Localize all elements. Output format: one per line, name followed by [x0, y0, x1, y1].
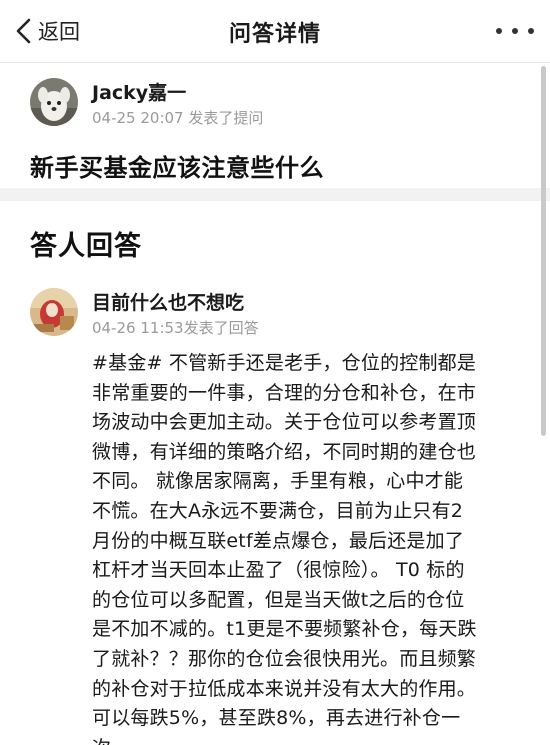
nav-bar: 返回 问答详情 — [0, 0, 550, 63]
answers-heading: 答人回答 — [30, 231, 142, 262]
answer-line: 是不加不减的。t1更是不要频繁补仓，每天跌 — [92, 618, 477, 641]
answer-line: 非常重要的一件事，合理的分仓和补仓，在市 — [92, 381, 477, 404]
answer-text: #基金# 不管新手还是老手，仓位的控制都是 非常重要的一件事，合理的分仓和补仓，… — [92, 349, 524, 745]
answerer-avatar[interactable] — [30, 288, 78, 336]
answer-line: 了就补？？那你的仓位会很快用光。而且频繁 — [92, 647, 477, 670]
asker-info: Jacky嘉一 04-25 20:07 发表了提问 — [30, 78, 510, 130]
answer-line: 的仓位可以多配置，但是当天做t之后的仓位 — [92, 588, 465, 611]
answerer-name[interactable]: 目前什么也不想吃 — [92, 288, 244, 315]
page-title: 问答详情 — [228, 22, 321, 47]
scrollbar[interactable] — [541, 66, 546, 436]
section-divider — [0, 188, 550, 201]
answer-timestamp: 04-26 11:53发表了回答 — [92, 319, 259, 337]
answer-line: 微博，有详细的策略介绍，不同时期的建仓也 — [92, 440, 477, 463]
qa-detail-page: 返回 问答详情 Jacky嘉一 04-25 20:07 发表了提问 新手买基金应 — [0, 0, 550, 745]
answer-line: 杠杆才当天回本止盈了（很惊险）。 T0 标的 — [92, 559, 465, 582]
asker-name[interactable]: Jacky嘉一 — [92, 78, 186, 105]
answer-line: 次。 — [92, 734, 524, 745]
answer-line: 的补仓对于拉低成本来说并没有太大的作用。 — [92, 677, 477, 700]
question-timestamp: 04-25 20:07 发表了提问 — [92, 109, 264, 127]
answer-line: 不同。 就像居家隔离，手里有粮，心中才能 — [92, 470, 464, 493]
more-horizontal-icon — [528, 28, 534, 34]
answer-line: 月份的中概互联etf差点爆仓，最后还是加了 — [92, 529, 465, 552]
answer-line: 场波动中会更加主动。关于仓位可以参考置顶 — [92, 411, 477, 434]
figure-avatar-icon — [30, 288, 78, 336]
more-horizontal-icon — [512, 28, 518, 34]
answer-line: 可以每跌5%，甚至跌8%，再去进行补仓一 — [92, 707, 461, 730]
asker-avatar[interactable] — [30, 78, 78, 126]
answer-line: #基金# 不管新手还是老手，仓位的控制都是 — [92, 352, 477, 374]
more-horizontal-icon — [496, 28, 502, 34]
question-title: 新手买基金应该注意些什么 — [30, 154, 324, 182]
dog-avatar-icon — [30, 78, 78, 126]
more-options-button[interactable] — [496, 26, 534, 36]
answer-line: 不慌。在大A永远不要满仓，目前为止只有2 — [92, 499, 464, 522]
